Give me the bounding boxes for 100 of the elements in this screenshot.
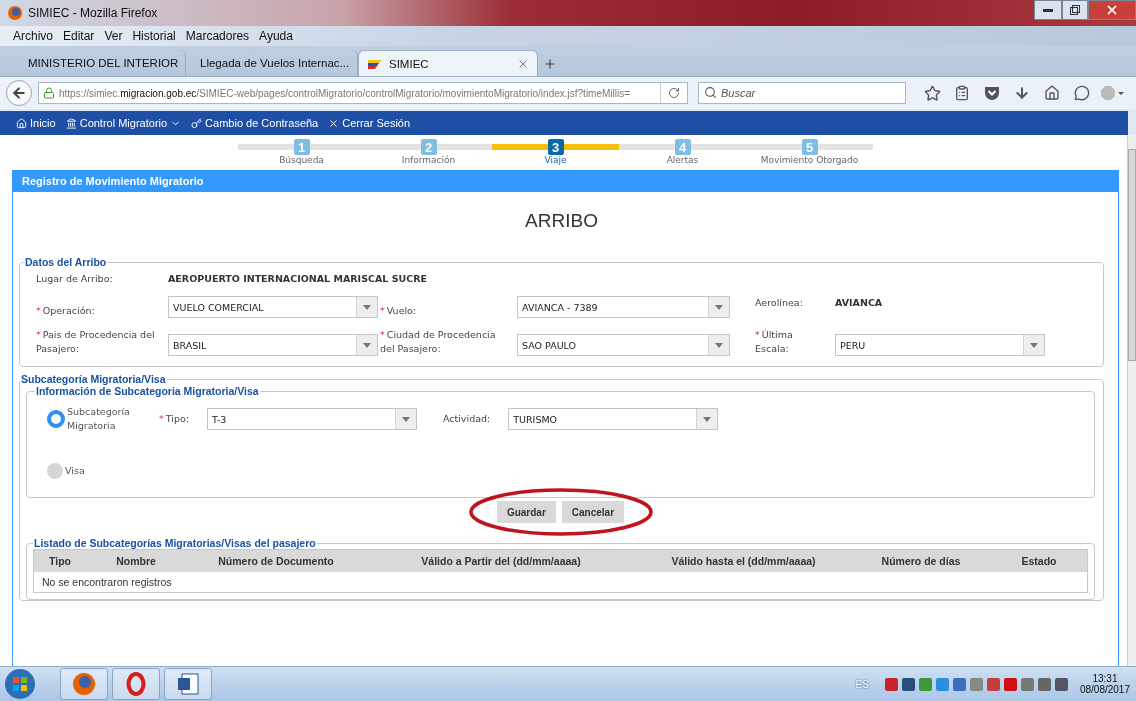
nav-link[interactable]: Inicio [16, 117, 56, 129]
home-icon[interactable] [1044, 85, 1060, 101]
restore-icon [1070, 5, 1080, 15]
section-title: Listado de Subcategorías Migratorias/Visas del pasajero [33, 537, 317, 549]
caret-icon [703, 416, 712, 422]
flag-icon [367, 57, 383, 70]
field-label: Actividad: [442, 412, 492, 426]
download-icon[interactable] [1014, 85, 1030, 101]
tray-icon[interactable] [952, 677, 966, 691]
menu-item[interactable]: Historial [127, 29, 181, 43]
maximize-button[interactable] [1062, 0, 1088, 20]
field-label: * Operación: [36, 304, 96, 318]
bank-icon [65, 117, 77, 129]
column-header: Número de Documento [217, 555, 335, 567]
menu-item[interactable]: Editar [58, 29, 100, 43]
taskbar-app[interactable] [112, 668, 160, 700]
form-button[interactable]: Guardar [496, 501, 556, 523]
chat-icon[interactable] [1074, 85, 1090, 101]
select-field[interactable]: SAO PAULO [517, 334, 730, 356]
section-title: Subcategoría Migratoria/Visa [20, 373, 167, 385]
reload-icon [668, 87, 680, 99]
radio-option[interactable]: Subcategoría Migratoria [47, 405, 147, 433]
menu-item[interactable]: Ver [99, 29, 128, 43]
caret-icon [715, 304, 723, 310]
taskbar-app[interactable] [60, 668, 108, 700]
close-icon [1105, 3, 1119, 17]
star-icon[interactable] [923, 84, 941, 102]
field-label: * Tipo: [159, 412, 190, 426]
scrollbar[interactable] [1127, 135, 1136, 666]
select-field[interactable]: BRASIL [168, 334, 378, 356]
section-title: Información de Subcategoria Migratoria/Visa [35, 385, 260, 397]
firefox-icon [8, 6, 22, 20]
step-label: Movimiento Otorgado [760, 155, 859, 165]
column-header: Nombre [115, 555, 157, 567]
select-field[interactable]: T-3 [206, 408, 417, 430]
minimize-icon [1043, 8, 1053, 12]
clock[interactable]: 13:31 08/08/2017 [1079, 673, 1130, 695]
caret-icon [1030, 342, 1038, 348]
tray-icon[interactable] [1020, 677, 1034, 691]
panel-title: Registro de Movimiento Migratorio [12, 170, 1119, 192]
menu-item[interactable]: Ayuda [254, 29, 298, 43]
menu-item[interactable]: Marcadores [180, 29, 255, 43]
document-icon [176, 672, 200, 696]
tray-icon[interactable] [918, 677, 932, 691]
window-title: SIMIEC - Mozilla Firefox [28, 6, 158, 20]
select-field[interactable]: AVIANCA - 7389 [517, 296, 730, 318]
page-heading: ARRIBO [524, 210, 599, 232]
section-title: Datos del Arribo [24, 256, 108, 268]
back-button[interactable] [6, 80, 32, 106]
nav-link[interactable]: Control Migratorio [65, 117, 182, 129]
form-button[interactable]: Cancelar [561, 501, 625, 523]
step-label: Viaje [544, 155, 567, 165]
nav-link[interactable]: Cambio de Contraseña [191, 117, 319, 129]
tray-icon[interactable] [1054, 677, 1068, 691]
field-label: * Pais de Procedencia del Pasajero: [36, 328, 156, 356]
ring-icon [126, 672, 146, 696]
field-value: AVIANCA [835, 296, 884, 310]
caret-icon [363, 342, 371, 348]
empty-message: No se encontraron registros [41, 575, 173, 590]
tray-icon[interactable] [884, 677, 898, 691]
search-field[interactable]: Buscar [698, 82, 906, 104]
field-label: Lugar de Arribo: [36, 272, 114, 286]
column-header: Estado [1020, 555, 1058, 567]
field-label: * Ciudad de Procedencia del Pasajero: [380, 328, 497, 356]
close-icon [328, 117, 340, 129]
radio-option[interactable]: Visa [47, 463, 1082, 479]
menu-item[interactable]: Archivo [8, 29, 58, 43]
taskbar-app[interactable] [164, 668, 212, 700]
select-field[interactable]: PERU [835, 334, 1045, 356]
tray-icon[interactable] [901, 677, 915, 691]
field-label: Aerolínea: [755, 296, 804, 310]
column-header: Tipo [48, 555, 72, 567]
step-number[interactable]: 3 [547, 139, 564, 155]
select-field[interactable]: VUELO COMERCIAL [168, 296, 378, 318]
adblock-icon[interactable] [1100, 85, 1124, 101]
tray-icon[interactable] [986, 677, 1000, 691]
lock-icon [43, 87, 55, 99]
select-field[interactable]: TURISMO [508, 408, 719, 430]
address-field[interactable]: https://simiec.migracion.gob.ec/SIMIEC-web/pages/controlMigratorio/controlMigratorio/movimientoMigratorio/index.jsf?timeMillis= [38, 82, 688, 104]
firefox-icon [72, 672, 96, 696]
reading-list-icon[interactable] [954, 85, 970, 101]
start-button[interactable] [4, 668, 36, 700]
minimize-button[interactable] [1034, 0, 1062, 20]
pocket-icon[interactable] [984, 85, 1000, 101]
caret-icon [401, 416, 410, 422]
tray-icon[interactable] [1003, 677, 1017, 691]
new-tab-icon[interactable] [543, 57, 557, 71]
home-icon [16, 117, 27, 129]
field-label: * Última Escala: [755, 328, 794, 356]
tray-icon[interactable] [1037, 677, 1051, 691]
field-label: * Vuelo: [380, 304, 418, 318]
step-label: Información [401, 155, 456, 165]
column-header: Válido a Partir del (dd/mm/aaaa) [420, 555, 582, 567]
search-icon [704, 86, 717, 99]
nav-link[interactable]: Cerrar Sesión [328, 117, 411, 129]
caret-icon [715, 342, 723, 348]
column-header: Válido hasta el (dd/mm/aaaa) [670, 555, 817, 567]
caret-icon [363, 304, 371, 310]
browser-tab[interactable]: SIMIEC [358, 50, 538, 76]
key-icon [191, 117, 203, 129]
